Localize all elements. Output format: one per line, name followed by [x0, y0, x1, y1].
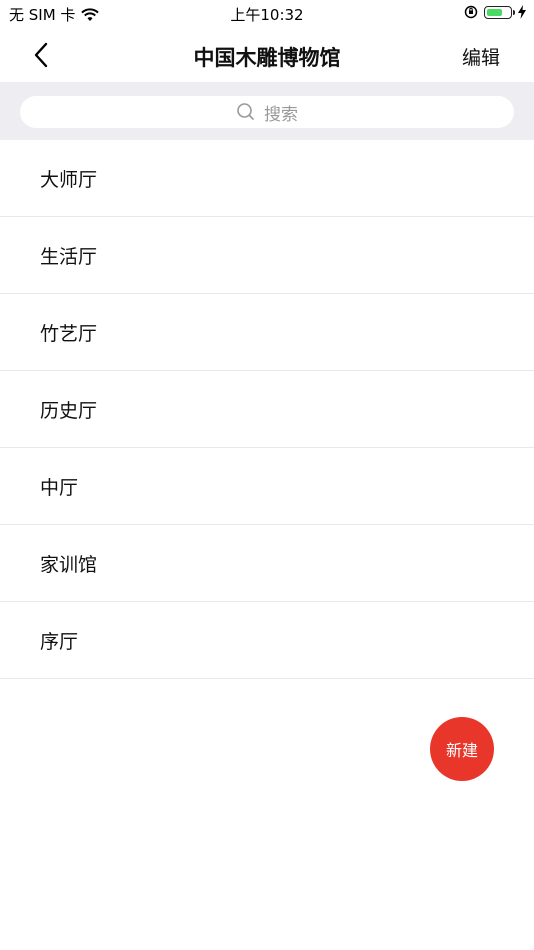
- status-bar: 无 SIM 卡 上午10:32: [0, 0, 534, 28]
- charging-icon: [518, 5, 526, 19]
- search-placeholder: 搜索: [264, 104, 298, 125]
- orientation-lock-icon: [464, 5, 478, 19]
- list-item[interactable]: 中厅: [0, 448, 534, 525]
- list-item[interactable]: 生活厅: [0, 217, 534, 294]
- hall-list: 大师厅生活厅竹艺厅历史厅中厅家训馆序厅: [0, 140, 534, 679]
- edit-button[interactable]: 编辑: [462, 43, 500, 70]
- battery-fill: [487, 8, 503, 16]
- new-button[interactable]: 新建: [430, 717, 494, 781]
- list-item[interactable]: 大师厅: [0, 140, 534, 217]
- list-item-label: 历史厅: [40, 399, 98, 422]
- list-item-label: 生活厅: [40, 245, 98, 268]
- status-right: [464, 5, 526, 19]
- list-item[interactable]: 家训馆: [0, 525, 534, 602]
- page-title: 中国木雕博物馆: [193, 46, 341, 70]
- list-item-label: 中厅: [40, 476, 79, 499]
- list-item[interactable]: 竹艺厅: [0, 294, 534, 371]
- list-item-label: 大师厅: [40, 168, 98, 191]
- search-input[interactable]: 搜索: [20, 96, 514, 128]
- list-item-label: 家训馆: [40, 553, 98, 576]
- list-item[interactable]: 历史厅: [0, 371, 534, 448]
- battery-cap: [513, 9, 515, 15]
- status-time: 上午10:32: [230, 6, 304, 24]
- list-item-label: 竹艺厅: [40, 322, 98, 345]
- battery-icon: [484, 5, 515, 19]
- search-area: 搜索: [0, 82, 534, 140]
- search-icon: [237, 103, 254, 120]
- list-item-label: 序厅: [40, 630, 79, 653]
- nav-bar: 中国木雕博物馆 编辑: [0, 28, 534, 82]
- list-item[interactable]: 序厅: [0, 602, 534, 679]
